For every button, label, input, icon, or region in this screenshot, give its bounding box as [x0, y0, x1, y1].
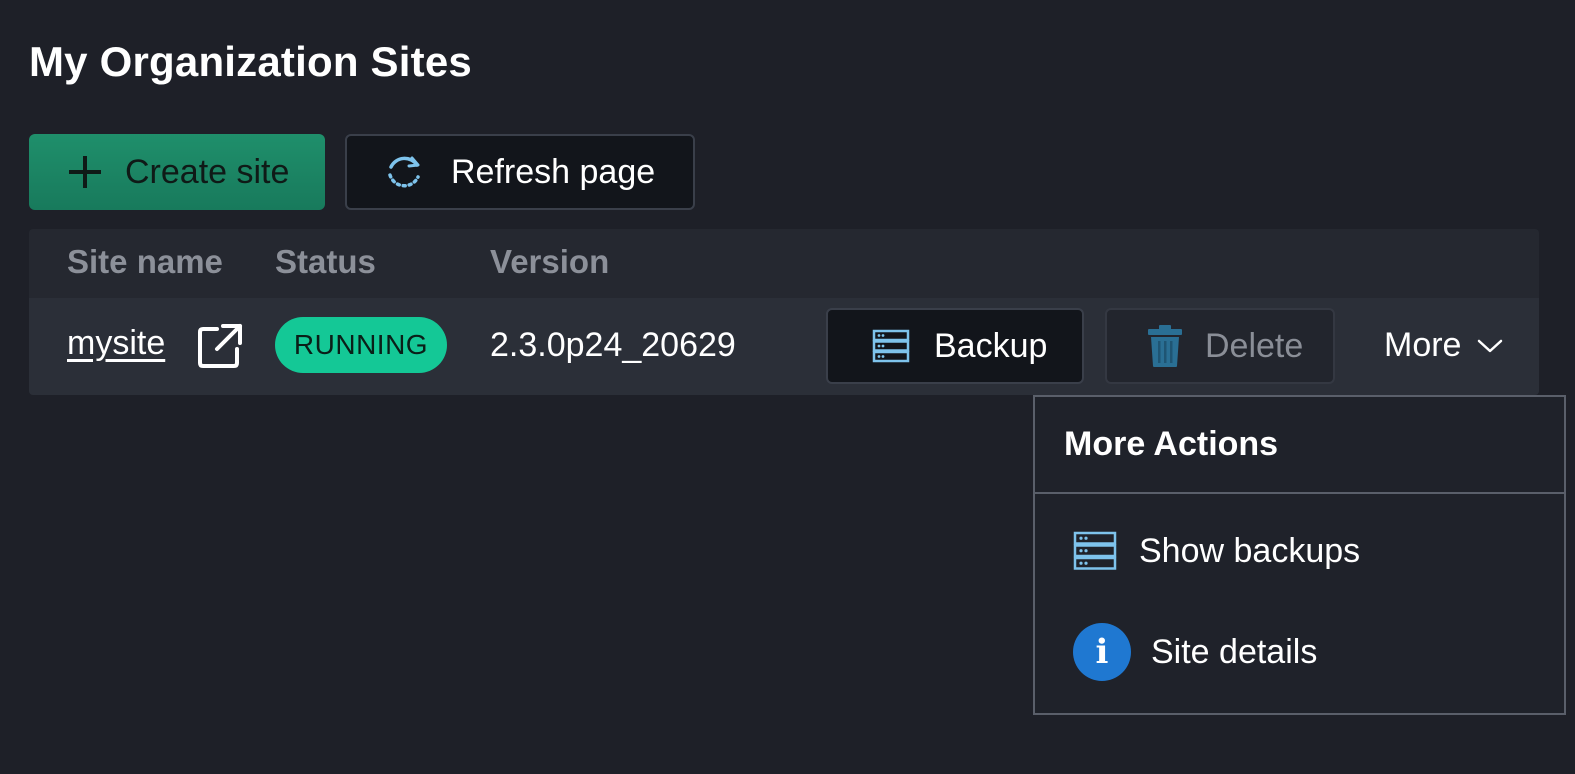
more-label: More: [1384, 326, 1462, 364]
sites-table: Site name Status Version mysite RUNNING …: [29, 229, 1539, 395]
trash-icon: [1148, 325, 1182, 367]
refresh-icon: [388, 156, 420, 188]
version-text: 2.3.0p24_20629: [490, 326, 736, 364]
refresh-page-label: Refresh page: [451, 152, 656, 191]
menu-item-label: Site details: [1151, 632, 1318, 671]
more-actions-title: More Actions: [1035, 397, 1564, 494]
column-header-status: Status: [275, 243, 376, 280]
page-title: My Organization Sites: [29, 38, 472, 85]
table-row: mysite RUNNING 2.3.0p24_20629 Backup Del…: [29, 298, 1539, 395]
table-header: Site name Status Version: [29, 229, 1539, 298]
status-badge: RUNNING: [275, 317, 447, 373]
database-icon: [1073, 531, 1117, 570]
column-header-site-name: Site name: [67, 243, 223, 280]
more-dropdown-toggle[interactable]: More: [1384, 326, 1503, 365]
backup-button[interactable]: Backup: [826, 308, 1084, 384]
chevron-down-icon: [1478, 339, 1503, 352]
delete-label: Delete: [1205, 326, 1304, 365]
site-name-link[interactable]: mysite: [67, 324, 165, 363]
menu-item-show-backups[interactable]: Show backups: [1073, 531, 1360, 571]
toolbar: Create site Refresh page: [29, 134, 695, 210]
menu-item-label: Show backups: [1139, 531, 1361, 570]
create-site-button[interactable]: Create site: [29, 134, 325, 210]
column-header-version: Version: [490, 243, 610, 280]
delete-button[interactable]: Delete: [1105, 308, 1335, 384]
external-link-icon[interactable]: [197, 323, 243, 374]
create-site-label: Create site: [125, 152, 290, 191]
plus-icon: [67, 154, 103, 190]
backup-label: Backup: [934, 326, 1048, 365]
menu-item-site-details[interactable]: i Site details: [1073, 623, 1317, 681]
database-icon: [872, 329, 910, 363]
more-actions-menu: More Actions Show backups i Site details: [1033, 395, 1566, 715]
refresh-page-button[interactable]: Refresh page: [345, 134, 695, 210]
info-icon: i: [1073, 623, 1131, 681]
